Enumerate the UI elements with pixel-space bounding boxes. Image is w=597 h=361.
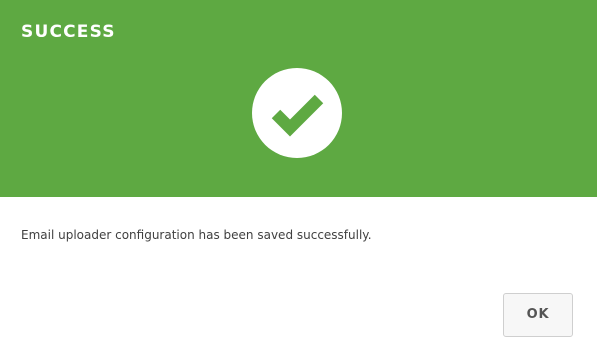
success-dialog: SUCCESS Email uploader configuration has… (0, 0, 597, 361)
ok-button[interactable]: OK (503, 293, 573, 337)
dialog-title: SUCCESS (21, 22, 116, 42)
dialog-message: Email uploader configuration has been sa… (21, 228, 372, 242)
check-circle-icon (252, 68, 342, 158)
dialog-body: Email uploader configuration has been sa… (0, 197, 597, 361)
dialog-header: SUCCESS (0, 0, 597, 197)
